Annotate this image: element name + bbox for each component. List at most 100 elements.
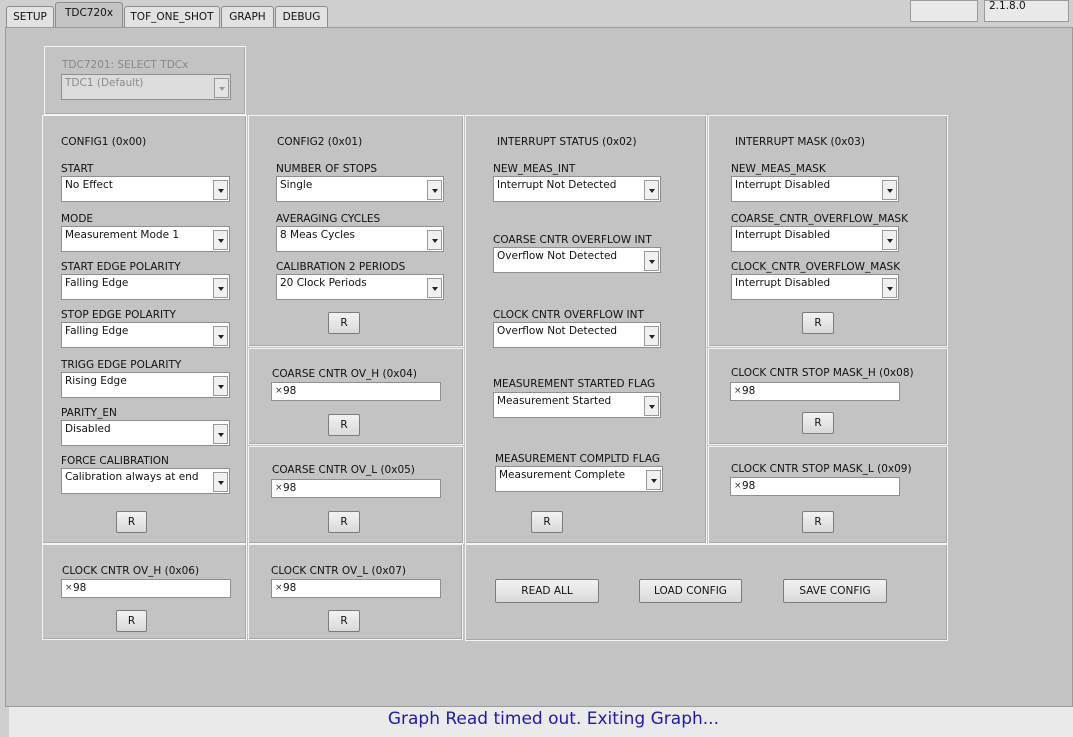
mode-dropdown[interactable]: Measurement Mode 1 bbox=[61, 226, 230, 252]
interrupt-mask-title: INTERRUPT MASK (0x03) bbox=[735, 136, 865, 148]
coarse-ov-h-input[interactable]: × 98 bbox=[271, 382, 441, 401]
clock-ov-h-input[interactable]: × 98 bbox=[61, 579, 231, 598]
coarse-ovf-int-label: COARSE CNTR OVERFLOW INT bbox=[493, 234, 652, 246]
stops-dropdown[interactable]: Single bbox=[276, 176, 444, 202]
new-meas-int-dropdown[interactable]: Interrupt Not Detected bbox=[493, 176, 661, 202]
trigg-edge-dropdown[interactable]: Rising Edge bbox=[61, 372, 230, 398]
clock-ov-l-group: CLOCK CNTR OV_L (0x07) × 98 R bbox=[248, 544, 463, 640]
avg-dropdown[interactable]: 8 Meas Cycles bbox=[276, 226, 444, 252]
start-edge-dropdown[interactable]: Falling Edge bbox=[61, 274, 230, 300]
coarse-ov-l-group: COARSE CNTR OV_L (0x05) × 98 R bbox=[248, 446, 464, 544]
chevron-down-icon[interactable] bbox=[213, 326, 228, 346]
cal-dropdown[interactable]: 20 Clock Periods bbox=[276, 274, 444, 300]
chevron-down-icon[interactable] bbox=[213, 472, 228, 492]
indicator-box bbox=[910, 0, 978, 22]
chevron-down-icon[interactable] bbox=[427, 180, 442, 200]
interrupt-mask-read-button[interactable]: R bbox=[802, 312, 834, 334]
chevron-down-icon[interactable] bbox=[213, 424, 228, 444]
new-meas-int-label: NEW_MEAS_INT bbox=[493, 163, 576, 175]
stop-edge-dropdown[interactable]: Falling Edge bbox=[61, 322, 230, 348]
clock-ov-l-read-button[interactable]: R bbox=[328, 610, 360, 632]
clock-ov-l-input[interactable]: × 98 bbox=[271, 579, 441, 598]
stop-mask-h-label: CLOCK CNTR STOP MASK_H (0x08) bbox=[731, 367, 914, 379]
stop-mask-l-read-button[interactable]: R bbox=[802, 511, 834, 533]
coarse-ov-l-input[interactable]: × 98 bbox=[271, 479, 441, 498]
chevron-down-icon[interactable] bbox=[646, 470, 661, 490]
read-all-button[interactable]: READ ALL bbox=[495, 579, 599, 603]
version-label: 2.1.8.0 bbox=[984, 0, 1069, 22]
save-config-button[interactable]: SAVE CONFIG bbox=[783, 579, 887, 603]
clock-ovf-int-label: CLOCK CNTR OVERFLOW INT bbox=[493, 309, 644, 321]
increment-icon[interactable]: × bbox=[734, 386, 742, 396]
stop-mask-l-group: CLOCK CNTR STOP MASK_L (0x09) × 98 R bbox=[708, 446, 948, 544]
coarse-ovf-mask-dropdown[interactable]: Interrupt Disabled bbox=[731, 226, 899, 252]
mode-label: MODE bbox=[61, 213, 94, 225]
interrupt-status-group: INTERRUPT STATUS (0x02) NEW_MEAS_INT Int… bbox=[465, 115, 707, 544]
increment-icon[interactable]: × bbox=[275, 583, 283, 593]
coarse-ovf-int-dropdown[interactable]: Overflow Not Detected bbox=[493, 247, 661, 273]
interrupt-status-title: INTERRUPT STATUS (0x02) bbox=[497, 136, 637, 148]
start-label: START bbox=[61, 163, 94, 175]
clock-ovf-mask-label: CLOCK_CNTR_OVERFLOW_MASK bbox=[731, 261, 901, 273]
tab-setup[interactable]: SETUP bbox=[6, 6, 54, 28]
chevron-down-icon[interactable] bbox=[644, 180, 659, 200]
clock-ov-h-label: CLOCK CNTR OV_H (0x06) bbox=[62, 565, 200, 577]
chevron-down-icon[interactable] bbox=[213, 376, 228, 396]
clock-ovf-int-dropdown[interactable]: Overflow Not Detected bbox=[493, 322, 661, 348]
tab-graph[interactable]: GRAPH bbox=[221, 6, 274, 28]
chevron-down-icon[interactable] bbox=[882, 180, 897, 200]
chevron-down-icon[interactable] bbox=[644, 326, 659, 346]
load-config-button[interactable]: LOAD CONFIG bbox=[639, 579, 742, 603]
meas-complete-label: MEASUREMENT COMPLTD FLAG bbox=[495, 453, 660, 465]
tab-tof-one-shot[interactable]: TOF_ONE_SHOT bbox=[124, 6, 220, 28]
interrupt-status-read-button[interactable]: R bbox=[531, 511, 563, 533]
stop-mask-l-input[interactable]: × 98 bbox=[730, 477, 900, 496]
chevron-down-icon[interactable] bbox=[213, 180, 228, 200]
tab-debug[interactable]: DEBUG bbox=[275, 6, 328, 28]
start-dropdown[interactable]: No Effect bbox=[61, 176, 230, 202]
chevron-down-icon[interactable] bbox=[213, 230, 228, 250]
clock-ovf-mask-dropdown[interactable]: Interrupt Disabled bbox=[731, 274, 899, 300]
chevron-down-icon[interactable] bbox=[214, 78, 229, 98]
stop-mask-l-label: CLOCK CNTR STOP MASK_L (0x09) bbox=[731, 463, 912, 475]
parity-dropdown[interactable]: Disabled bbox=[61, 420, 230, 446]
tab-tdc720x[interactable]: TDC720x bbox=[55, 2, 123, 30]
increment-icon[interactable]: × bbox=[65, 583, 73, 593]
status-bar: Graph Read timed out. Exiting Graph... bbox=[9, 706, 1073, 737]
meas-started-dropdown[interactable]: Measurement Started bbox=[493, 392, 661, 418]
force-cal-dropdown[interactable]: Calibration always at end bbox=[61, 468, 230, 494]
chevron-down-icon[interactable] bbox=[882, 278, 897, 298]
chevron-down-icon[interactable] bbox=[644, 251, 659, 271]
config1-group: CONFIG1 (0x00) START No Effect MODE Meas… bbox=[42, 115, 247, 544]
stop-mask-h-read-button[interactable]: R bbox=[802, 412, 834, 434]
stop-mask-h-input[interactable]: × 98 bbox=[730, 382, 900, 401]
coarse-ov-h-read-button[interactable]: R bbox=[328, 414, 360, 436]
config1-read-button[interactable]: R bbox=[116, 511, 147, 533]
avg-label: AVERAGING CYCLES bbox=[276, 213, 381, 225]
meas-complete-dropdown[interactable]: Measurement Complete bbox=[495, 466, 663, 492]
new-meas-mask-dropdown[interactable]: Interrupt Disabled bbox=[731, 176, 899, 202]
chevron-down-icon[interactable] bbox=[644, 396, 659, 416]
select-tdc-dropdown[interactable]: TDC1 (Default) bbox=[61, 74, 231, 100]
coarse-ov-l-read-button[interactable]: R bbox=[328, 511, 360, 533]
chevron-down-icon[interactable] bbox=[427, 278, 442, 298]
clock-ov-l-label: CLOCK CNTR OV_L (0x07) bbox=[271, 565, 407, 577]
coarse-ovf-mask-label: COARSE_CNTR_OVERFLOW_MASK bbox=[731, 213, 908, 225]
increment-icon[interactable]: × bbox=[275, 386, 283, 396]
chevron-down-icon[interactable] bbox=[213, 278, 228, 298]
cal-label: CALIBRATION 2 PERIODS bbox=[276, 261, 406, 273]
coarse-ov-h-label: COARSE CNTR OV_H (0x04) bbox=[272, 368, 417, 380]
chevron-down-icon[interactable] bbox=[427, 230, 442, 250]
increment-icon[interactable]: × bbox=[275, 483, 283, 493]
stop-edge-label: STOP EDGE POLARITY bbox=[61, 309, 176, 321]
trigg-edge-label: TRIGG EDGE POLARITY bbox=[61, 359, 182, 371]
chevron-down-icon[interactable] bbox=[882, 230, 897, 250]
config2-read-button[interactable]: R bbox=[328, 312, 360, 334]
start-edge-label: START EDGE POLARITY bbox=[61, 261, 181, 273]
coarse-ov-l-label: COARSE CNTR OV_L (0x05) bbox=[272, 464, 415, 476]
config1-title: CONFIG1 (0x00) bbox=[61, 136, 147, 148]
select-tdc-group: TDC7201: SELECT TDCx TDC1 (Default) bbox=[44, 46, 246, 115]
config2-group: CONFIG2 (0x01) NUMBER OF STOPS Single AV… bbox=[248, 115, 464, 347]
increment-icon[interactable]: × bbox=[734, 481, 742, 491]
clock-ov-h-read-button[interactable]: R bbox=[116, 610, 147, 632]
